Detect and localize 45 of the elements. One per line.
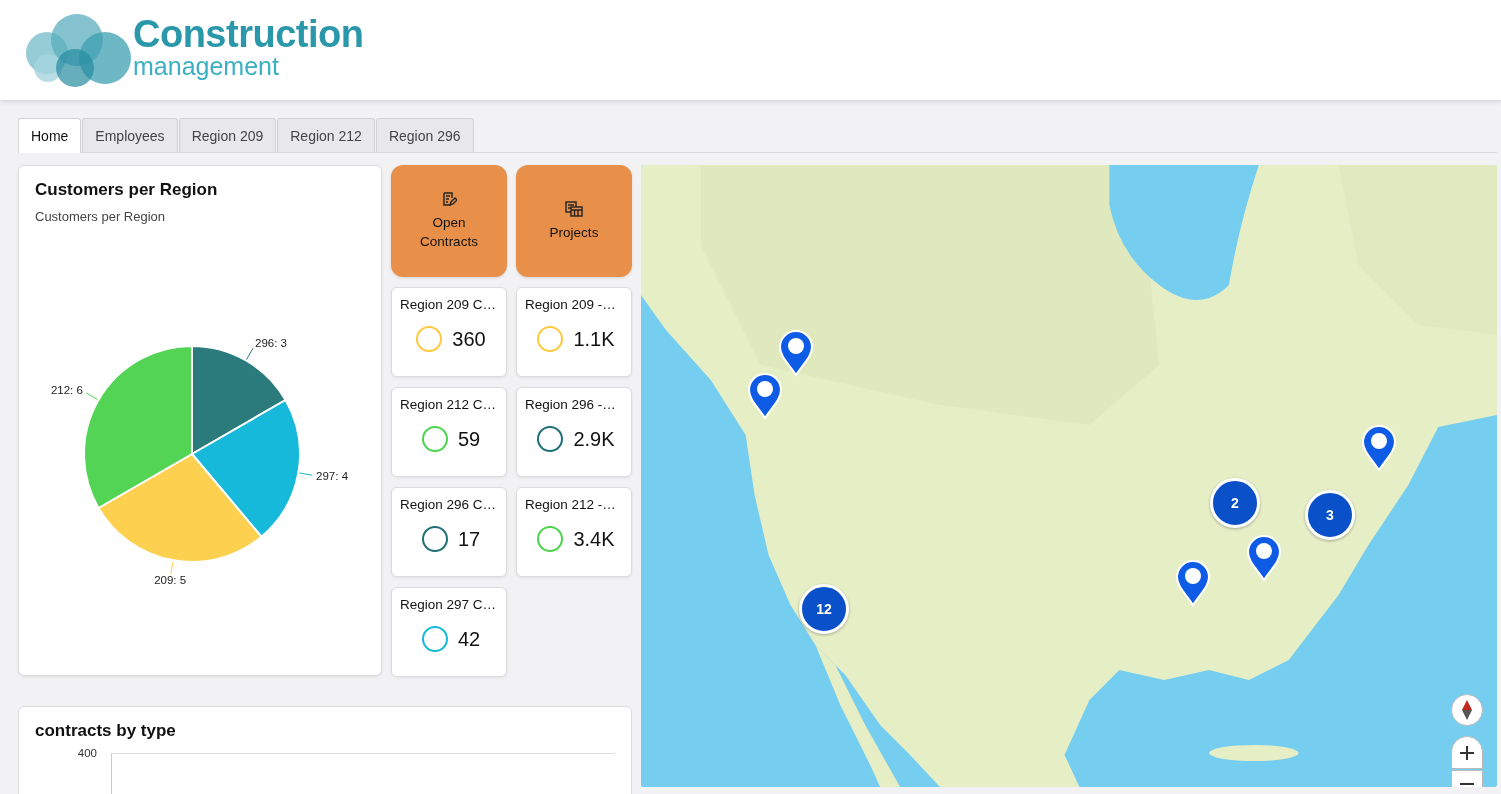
data-label: 296: 3 (255, 337, 287, 350)
map-pin-icon[interactable] (778, 329, 814, 377)
table-icon (565, 200, 583, 217)
leader-line (85, 392, 99, 400)
map-pin-icon[interactable] (1175, 559, 1211, 607)
logo-title: Construction (133, 14, 364, 54)
data-label: 209: 5 (154, 574, 187, 587)
tab[interactable]: Home (18, 118, 82, 153)
zoom-in-button[interactable] (1451, 736, 1483, 769)
action-tile[interactable]: Open Contracts (391, 165, 507, 277)
kpi-value: 17 (457, 527, 481, 551)
kpi-label: Region 212 -… (525, 497, 616, 512)
leader-line (298, 472, 313, 476)
tab[interactable]: Region 209 (178, 118, 277, 152)
kpi-label: Region 209 C… (400, 297, 497, 312)
data-label: 297: 4 (316, 470, 349, 483)
leader-line (170, 560, 174, 575)
kpi-value: 360 (452, 327, 486, 351)
kpi-value: 42 (457, 627, 481, 651)
map-pin-icon[interactable] (1361, 424, 1397, 472)
kpi-label: Region 212 C… (400, 397, 497, 412)
tab[interactable]: Employees (82, 118, 178, 152)
tab[interactable]: Region 212 (277, 118, 375, 152)
kpi-label: Region 297 C… (400, 597, 497, 612)
map-pin-icon[interactable] (1246, 534, 1282, 582)
plus-icon (1460, 745, 1474, 760)
action-tile[interactable]: Projects (516, 165, 632, 277)
axis-tick-label: 400 (76, 747, 98, 761)
card-title: Customers per Region (35, 180, 219, 200)
logo-subtitle: management (133, 54, 280, 78)
data-label: 212: 6 (50, 384, 83, 396)
map-pin-icon[interactable] (747, 372, 783, 420)
kpi-value: 1.1K (573, 327, 615, 351)
compass-icon (1462, 700, 1472, 720)
tab[interactable]: Region 296 (375, 118, 474, 152)
kpi-value: 2.9K (573, 427, 615, 451)
kpi-label: Region 296 -… (525, 397, 616, 412)
note-edit-icon (441, 191, 457, 207)
card-subtitle: Customers per Region (35, 209, 167, 224)
leader-line (246, 347, 254, 361)
kpi-value: 59 (457, 427, 481, 451)
kpi-label: Region 209 -… (525, 297, 616, 312)
kpi-value: 3.4K (573, 527, 615, 551)
card-title: contracts by type (35, 721, 177, 741)
kpi-label: Region 296 C… (400, 497, 497, 512)
